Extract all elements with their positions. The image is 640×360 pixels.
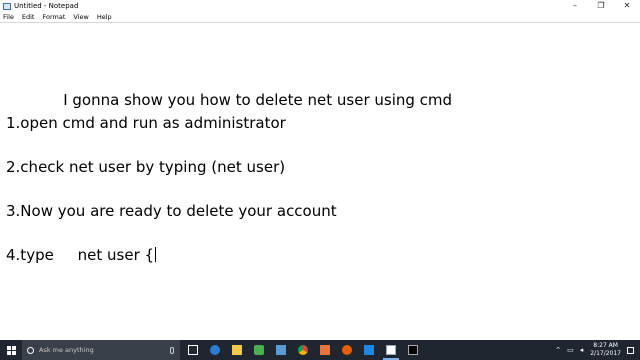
window-controls: – ❐ ✕ <box>562 0 640 12</box>
clock-time: 8:27 AM <box>593 342 618 349</box>
clock[interactable]: 8:27 AM 2/17/2017 <box>590 342 621 358</box>
notifications-icon[interactable] <box>627 346 634 354</box>
store-button[interactable] <box>270 340 292 360</box>
text-line: 1.open cmd and run as administrator <box>6 114 286 132</box>
taskbar-app-button[interactable] <box>314 340 336 360</box>
title-bar[interactable]: Untitled - Notepad – ❐ ✕ <box>0 0 640 12</box>
text-line-content: 4.type net user { <box>6 246 155 264</box>
firefox-icon <box>342 345 352 355</box>
notepad-taskbar-button[interactable] <box>380 340 402 360</box>
file-explorer-button[interactable] <box>226 340 248 360</box>
task-view-icon <box>188 345 198 355</box>
store-icon <box>276 345 286 355</box>
text-line: I gonna show you how to delete net user … <box>6 91 453 109</box>
app-icon <box>254 345 264 355</box>
minimize-button[interactable]: – <box>562 0 588 12</box>
firefox-button[interactable] <box>336 340 358 360</box>
menu-edit[interactable]: Edit <box>18 12 39 22</box>
text-line-with-caret: 4.type net user { <box>6 246 157 264</box>
menu-bar: File Edit Format View Help <box>0 12 640 22</box>
notepad-window: Untitled - Notepad – ❐ ✕ File Edit Forma… <box>0 0 640 341</box>
app-icon <box>320 345 330 355</box>
microphone-icon[interactable] <box>170 346 174 354</box>
taskbar-app-button[interactable] <box>358 340 380 360</box>
menu-format[interactable]: Format <box>38 12 69 22</box>
volume-icon[interactable]: ◂ <box>580 340 584 360</box>
taskbar-app-button[interactable] <box>248 340 270 360</box>
chevron-up-icon[interactable]: ⌃ <box>555 340 561 360</box>
taskbar-icons <box>182 340 424 360</box>
system-tray: ⌃ ▭ ◂ 8:27 AM 2/17/2017 <box>552 340 640 360</box>
notepad-icon <box>386 345 396 355</box>
cmd-icon <box>408 345 418 355</box>
menu-file[interactable]: File <box>0 12 18 22</box>
chrome-icon <box>298 345 308 355</box>
text-caret <box>155 247 157 262</box>
edge-icon <box>210 345 220 355</box>
close-button[interactable]: ✕ <box>614 0 640 12</box>
menu-view[interactable]: View <box>69 12 92 22</box>
network-icon[interactable]: ▭ <box>567 340 574 360</box>
window-title: Untitled - Notepad <box>14 2 79 10</box>
maximize-button[interactable]: ❐ <box>588 0 614 12</box>
chrome-button[interactable] <box>292 340 314 360</box>
edge-button[interactable] <box>204 340 226 360</box>
search-placeholder: Ask me anything <box>39 346 94 354</box>
cortana-search-box[interactable]: Ask me anything <box>22 340 180 360</box>
taskbar: Ask me anything ⌃ ▭ ◂ 8:27 AM 2/17/2017 <box>0 340 640 360</box>
windows-logo-icon <box>6 345 16 355</box>
task-view-button[interactable] <box>182 340 204 360</box>
file-explorer-icon <box>232 345 242 355</box>
cortana-icon <box>27 346 34 354</box>
start-button[interactable] <box>0 340 22 360</box>
cmd-taskbar-button[interactable] <box>402 340 424 360</box>
notepad-icon <box>3 2 11 10</box>
text-line: 2.check net user by typing (net user) <box>6 158 286 176</box>
app-icon <box>364 345 374 355</box>
menu-help[interactable]: Help <box>93 12 116 22</box>
text-editor[interactable]: I gonna show you how to delete net user … <box>0 22 640 341</box>
text-line: 3.Now you are ready to delete your accou… <box>6 202 337 220</box>
clock-date: 2/17/2017 <box>590 350 621 357</box>
